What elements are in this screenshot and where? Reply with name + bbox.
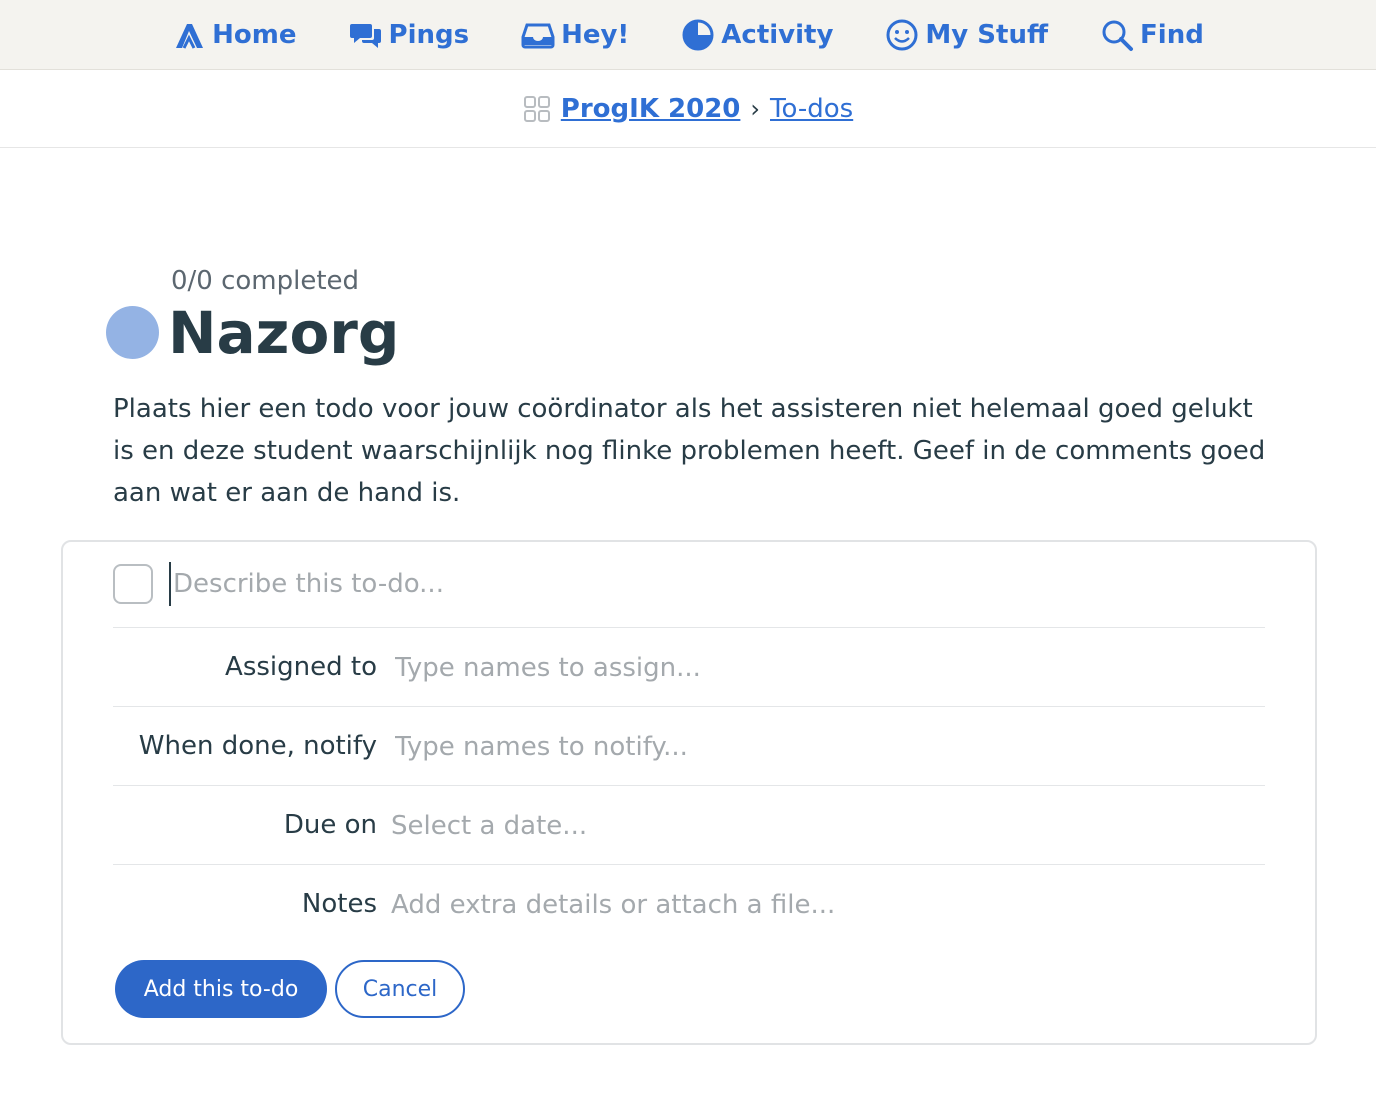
nav-hey[interactable]: Hey!	[521, 18, 629, 52]
assignees-input[interactable]	[395, 646, 1255, 690]
nav-find-label: Find	[1140, 19, 1204, 50]
nav-activity-label: Activity	[721, 19, 834, 50]
project-grid-icon[interactable]	[523, 95, 551, 123]
breadcrumb-separator: ›	[750, 94, 760, 123]
notify-row: When done, notify	[113, 707, 1265, 786]
notify-label: When done, notify	[138, 731, 377, 761]
assigned-row: Assigned to	[113, 628, 1265, 707]
cancel-button[interactable]: Cancel	[335, 960, 465, 1018]
smiley-icon	[885, 18, 919, 52]
notify-input[interactable]	[395, 725, 1255, 769]
due-label: Due on	[283, 810, 377, 840]
notes-row: Notes	[113, 865, 1265, 944]
todo-checkbox[interactable]	[113, 564, 153, 604]
nav-hey-label: Hey!	[561, 19, 630, 50]
nav-pings-label: Pings	[388, 19, 470, 50]
activity-icon	[681, 18, 715, 52]
list-title: Nazorg	[168, 299, 400, 367]
progress-pie-icon	[106, 306, 159, 359]
due-date-input[interactable]	[391, 804, 1251, 848]
nav-find[interactable]: Find	[1100, 18, 1204, 52]
top-navigation: Home Pings Hey! Activity My Stuff Find	[0, 0, 1376, 70]
breadcrumb: ProgIK 2020 › To-dos	[0, 70, 1376, 148]
list-description: Plaats hier een todo voor jouw coördinat…	[113, 394, 1266, 508]
notes-input[interactable]	[391, 883, 1251, 927]
nav-activity[interactable]: Activity	[681, 18, 833, 52]
nav-home[interactable]: Home	[172, 18, 297, 52]
add-todo-button[interactable]: Add this to-do	[115, 960, 327, 1018]
new-todo-form: Assigned to When done, notify Due on Not…	[61, 540, 1317, 1045]
pings-icon	[349, 18, 383, 52]
todo-description-input[interactable]	[169, 562, 1259, 606]
nav-pings[interactable]: Pings	[349, 18, 470, 52]
todo-description-row	[113, 560, 1265, 628]
nav-my-stuff[interactable]: My Stuff	[885, 18, 1048, 52]
completion-count: 0/0 completed	[171, 266, 360, 296]
hey-inbox-icon	[521, 18, 555, 52]
breadcrumb-todos-link[interactable]: To-dos	[770, 94, 853, 124]
nav-my-stuff-label: My Stuff	[925, 19, 1049, 50]
home-icon	[172, 18, 206, 52]
notes-label: Notes	[301, 889, 377, 919]
breadcrumb-project-link[interactable]: ProgIK 2020	[561, 94, 741, 124]
nav-home-label: Home	[212, 19, 297, 50]
assigned-label: Assigned to	[225, 652, 377, 682]
search-icon	[1100, 18, 1134, 52]
due-date-row: Due on	[113, 786, 1265, 865]
